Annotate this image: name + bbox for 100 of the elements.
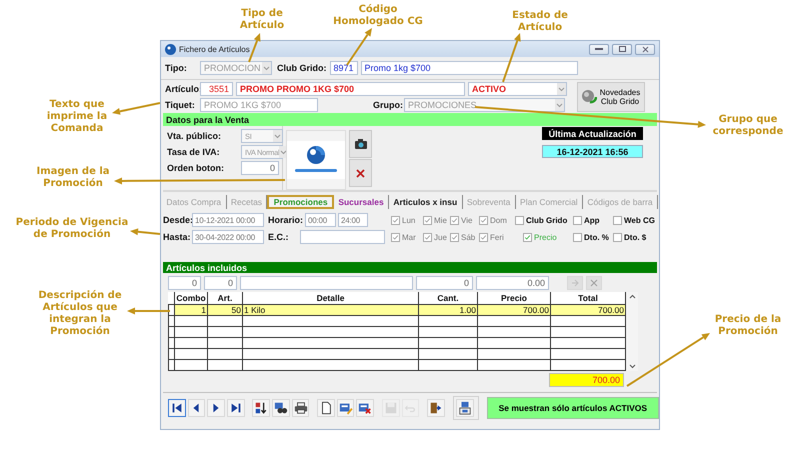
first-button[interactable] [168,399,186,417]
new-button[interactable] [317,399,335,417]
time-field[interactable]: 00:00 [305,213,336,227]
entry-field[interactable]: 0 [204,276,237,290]
checkbox[interactable] [515,216,524,224]
annotation-label: Periodo de Vigencia de Promoción [16,217,128,241]
delete-button[interactable] [356,399,374,417]
printer-icon [294,401,308,415]
annotation-label: Texto que imprime la Comanda [46,99,108,135]
last-update-value: 16-12-2021 16:56 [542,145,643,158]
leader-line [346,28,372,66]
new-document-icon [319,401,334,415]
caret-icon [555,99,564,111]
ticket-text-field[interactable]: PROMO 1KG $700 [200,98,318,112]
cross-icon [356,168,365,178]
leader-line [112,102,160,115]
name-field[interactable]: PROMO PROMO 1KG $700 [236,82,465,96]
entry-field[interactable]: 0.00 [476,276,549,290]
caret-icon [557,83,566,95]
tab[interactable]: Sucursales [334,195,390,209]
group-dropdown[interactable]: PROMOCIONES [404,98,565,112]
sort-button[interactable] [252,399,270,417]
checkbox[interactable] [573,232,582,242]
binoculars-icon [274,401,288,415]
annotation-label: Precio de la Promoción [714,314,782,338]
table-cell: 700.00 [550,304,626,316]
checkbox[interactable] [423,216,432,224]
checkbox[interactable] [450,232,459,242]
field-label: Orden boton: [167,163,225,173]
checkbox[interactable] [479,216,488,224]
print-button[interactable] [292,399,310,417]
tab[interactable]: Articulos x insu [389,195,463,209]
annotation-label: Grupo que corresponde [712,114,784,138]
news-button[interactable]: Novedades Club Grido [577,82,645,112]
find-button[interactable] [272,399,290,417]
next-button[interactable] [207,399,225,417]
checkbox-label: Club Grido [526,216,568,224]
ec-field[interactable] [300,230,385,244]
checkbox[interactable] [450,216,459,224]
type-dropdown[interactable]: PROMOCION [200,61,272,75]
leader-line [127,308,170,314]
name-field[interactable]: Promo 1kg $700 [360,61,578,75]
field-label: Hasta: [163,232,192,242]
checkbox[interactable] [613,232,622,242]
date-field[interactable]: 10-12-2021 00:00 [192,213,264,227]
accept-button[interactable] [567,276,583,290]
checkbox[interactable] [573,216,582,224]
checkbox-label: Feri [490,232,504,242]
checkbox-label: Mar [402,232,416,242]
cross-icon [590,279,598,287]
camera-button[interactable] [349,130,372,158]
caret-icon [262,62,271,74]
window-icon [458,401,472,415]
field-label: Desde: [163,215,192,225]
cancel-button[interactable] [586,276,602,290]
save-icon [384,401,398,415]
last-button[interactable] [226,399,245,417]
status-dropdown[interactable]: ACTIVO [468,82,567,96]
edit-button[interactable] [336,399,354,417]
caret-icon [273,130,282,142]
minimize-button[interactable] [589,44,609,54]
checkbox[interactable] [523,232,532,242]
total-field: 700.00 [549,373,624,387]
last-update-label: Última Actualización [542,127,643,140]
sort-icon [254,401,268,415]
remove-image-button[interactable] [349,159,372,187]
app-logo-icon [165,44,176,54]
checkbox[interactable] [479,232,488,242]
number-field[interactable]: 0 [241,161,279,175]
scrollbar[interactable] [626,292,638,371]
tab[interactable]: Promociones [267,195,334,209]
field-label: Horario: [268,215,304,225]
field-label: Grupo: [373,100,401,110]
field-label: Tiquet: [165,100,196,110]
table-cell: 700.00 [478,304,550,316]
maximize-button[interactable] [612,44,632,54]
previous-button[interactable] [188,399,206,417]
checkbox-label: Precio [534,232,557,242]
date-field[interactable]: 30-04-2022 00:00 [192,230,264,244]
checkbox[interactable] [391,232,400,242]
checkbox-label: Lun [402,216,416,224]
checkbox-label: Sáb [461,232,476,242]
panel-button[interactable] [456,399,474,417]
time-field[interactable]: 24:00 [338,213,368,227]
entry-field[interactable] [240,276,413,290]
close-icon [642,46,648,52]
entry-field[interactable]: 0 [416,276,473,290]
active-filter-button[interactable]: Se muestran sólo artículos ACTIVOS [486,397,659,419]
checkbox[interactable] [613,216,622,224]
entry-field[interactable]: 0 [168,276,201,290]
globe-icon [581,89,597,105]
checkbox[interactable] [423,232,432,242]
field-label: E.C.: [268,232,290,242]
code-field[interactable]: 3551 [200,82,233,96]
maximize-icon [618,46,626,52]
exit-button[interactable] [427,399,445,417]
minimize-icon [595,47,603,51]
close-button[interactable] [635,44,655,54]
code-field[interactable]: 8971 [330,61,358,75]
checkbox[interactable] [391,216,400,224]
